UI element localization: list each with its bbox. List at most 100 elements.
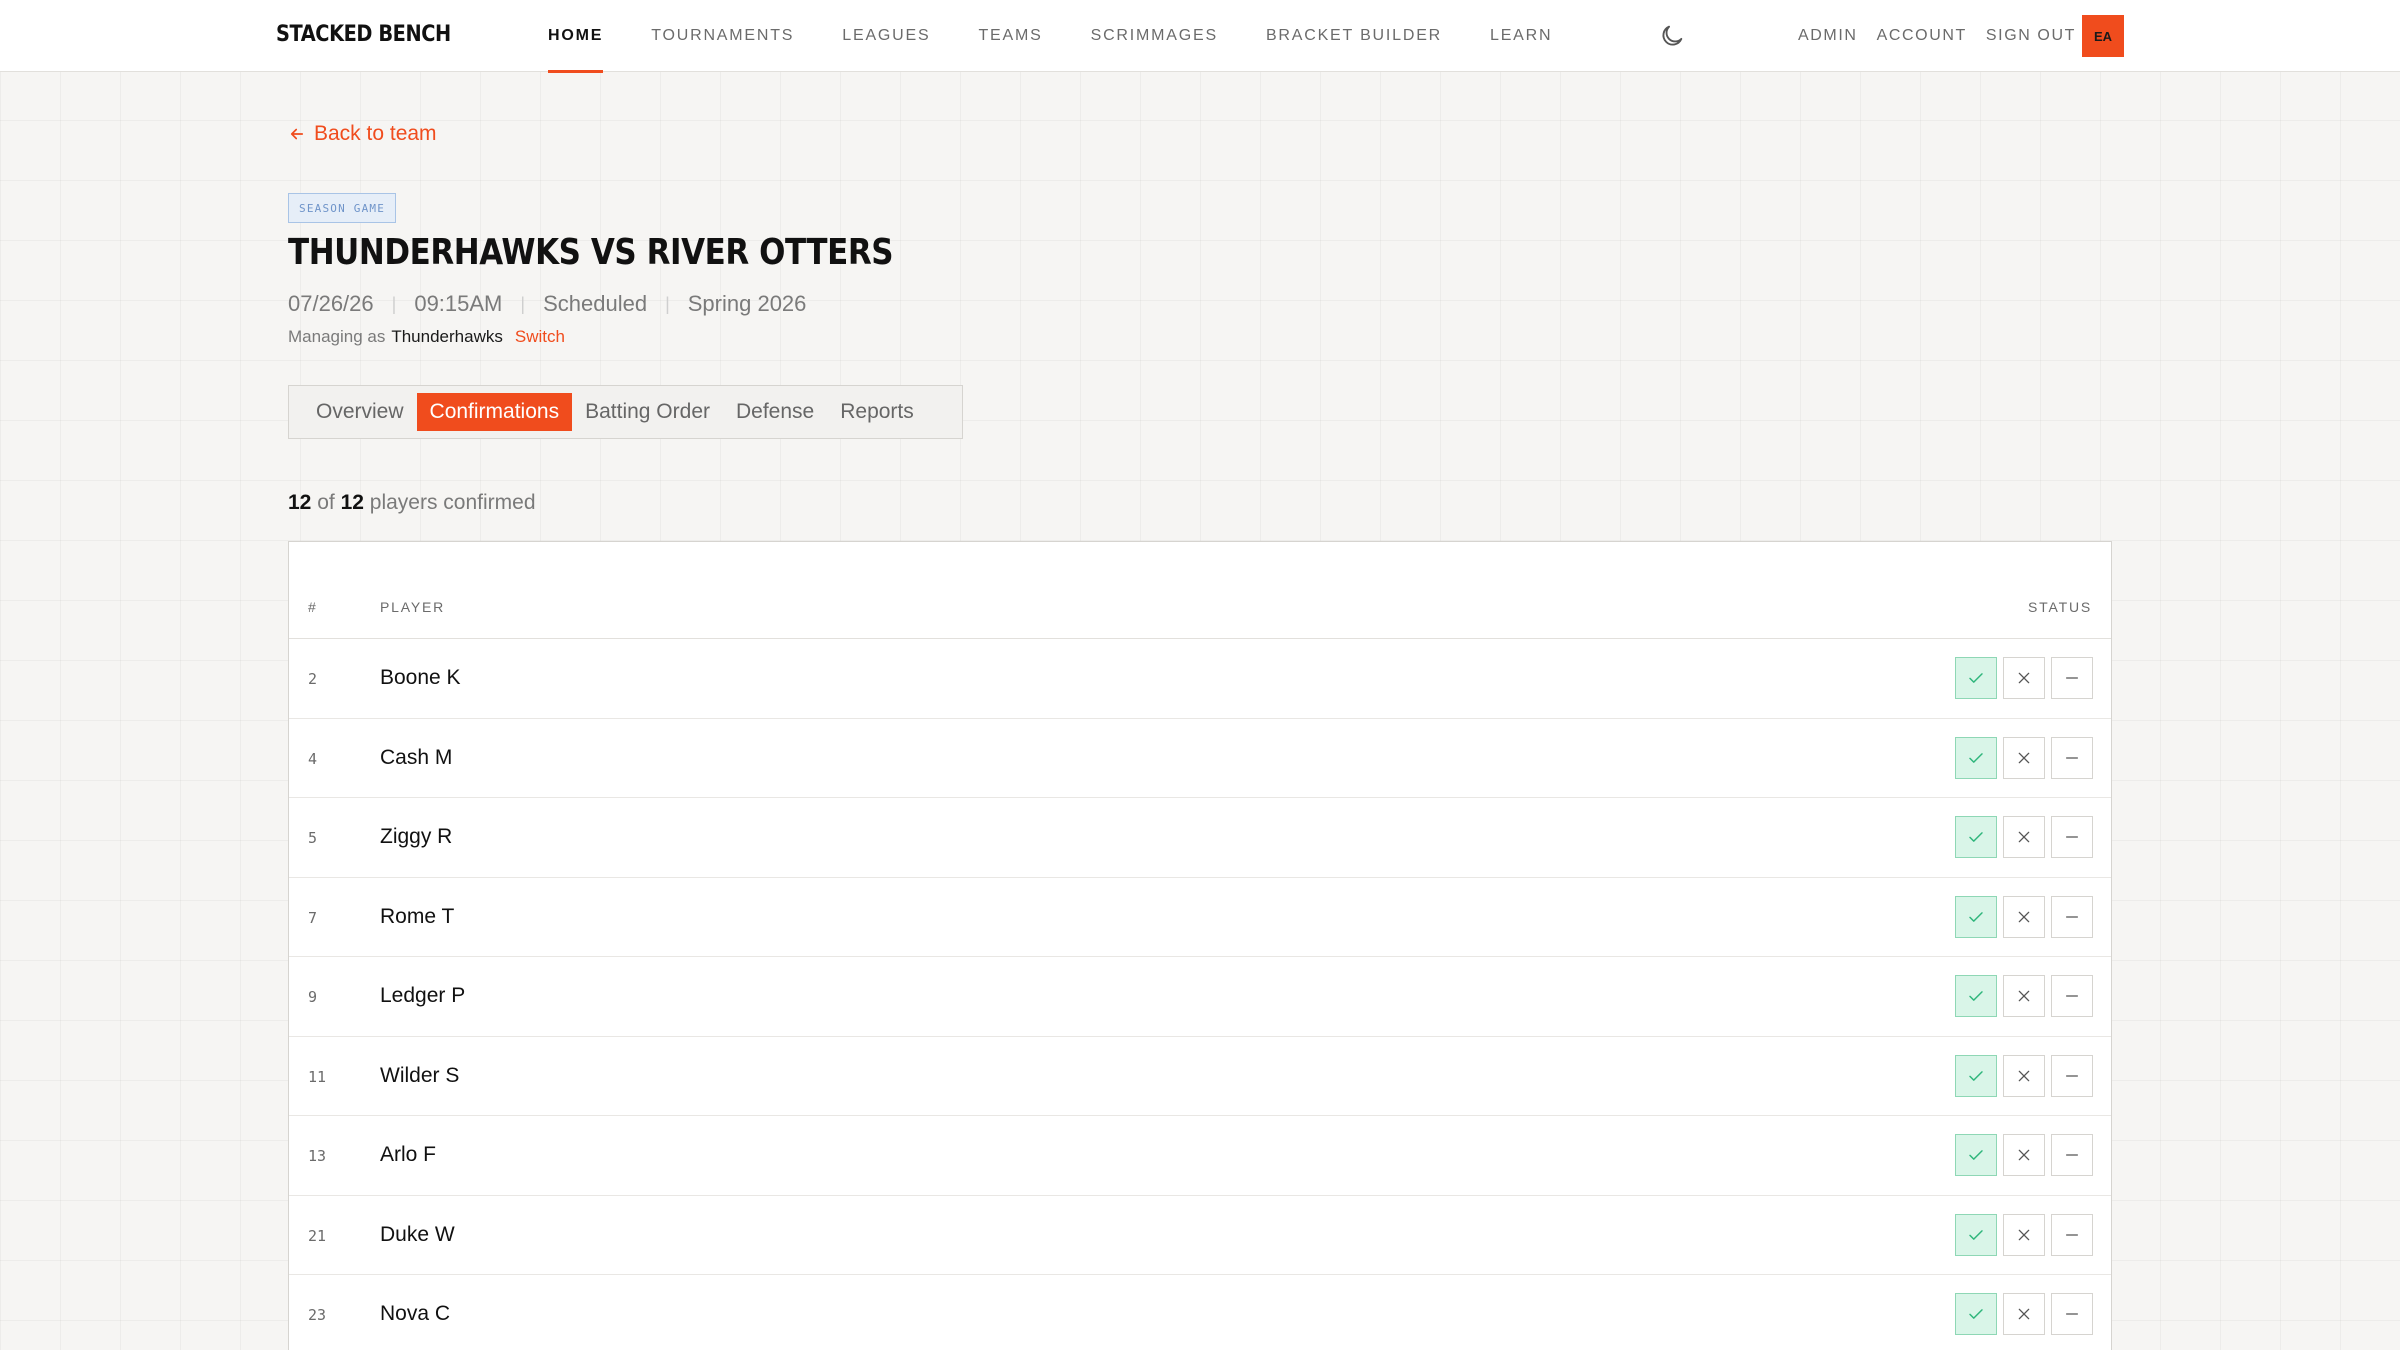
nav-item-tournaments[interactable]: TOURNAMENTS — [651, 0, 794, 72]
minus-icon — [2066, 915, 2078, 918]
nav-item-home[interactable]: HOME — [548, 0, 604, 73]
game-status: Scheduled — [543, 291, 648, 316]
switch-team-link[interactable]: Switch — [515, 327, 565, 347]
player-name: Duke W — [380, 1222, 455, 1246]
jersey-number: 21 — [308, 1226, 327, 1245]
status-controls — [1955, 1293, 2093, 1335]
jersey-number: 4 — [308, 749, 318, 768]
decline-button[interactable] — [2003, 736, 2045, 779]
player-name: Nova C — [380, 1302, 451, 1325]
x-icon — [2018, 1149, 2030, 1161]
x-icon — [2018, 752, 2030, 763]
decline-button[interactable] — [2003, 1054, 2045, 1097]
check-icon — [1969, 1070, 1983, 1081]
confirm-button[interactable] — [1955, 975, 1997, 1017]
confirm-button[interactable] — [1955, 657, 1997, 699]
account-links: ADMIN ACCOUNT SIGN OUT — [1798, 0, 2095, 72]
jersey-number: 11 — [308, 1067, 327, 1086]
minus-icon — [2066, 836, 2078, 838]
minus-icon — [2066, 1154, 2078, 1156]
moon-icon — [1662, 25, 1683, 46]
no-response-button[interactable] — [2051, 1134, 2093, 1176]
check-icon — [1969, 991, 1983, 1001]
meta-divider: | — [391, 293, 397, 314]
confirmations-table: # PLAYER STATUS 2 Boone K 4 Cash M 5 Zig… — [288, 541, 2112, 1350]
nav-item-bracket-builder[interactable]: BRACKET BUILDER — [1266, 0, 1442, 72]
admin-link[interactable]: ADMIN — [1798, 27, 1858, 45]
confirm-button[interactable] — [1955, 736, 1997, 779]
account-link[interactable]: ACCOUNT — [1877, 27, 1967, 45]
nav-item-scrimmages[interactable]: SCRIMMAGES — [1091, 0, 1218, 72]
no-response-button[interactable] — [2051, 895, 2093, 938]
no-response-button[interactable] — [2051, 1213, 2093, 1256]
game-time: 09:15AM — [414, 291, 503, 316]
player-name: Ledger P — [380, 984, 466, 1007]
theme-toggle-button[interactable] — [1658, 22, 1686, 50]
no-response-button[interactable] — [2051, 1054, 2093, 1097]
table-row: 4 Cash M — [289, 719, 2111, 798]
decline-button[interactable] — [2003, 1134, 2045, 1176]
no-response-button[interactable] — [2051, 1293, 2093, 1335]
column-header-player: PLAYER — [380, 599, 446, 615]
minus-icon — [2066, 1074, 2078, 1077]
player-name: Cash M — [380, 745, 453, 769]
confirm-button[interactable] — [1955, 1134, 1997, 1176]
column-header-number: # — [308, 599, 318, 615]
sign-out-link[interactable]: SIGN OUT — [1986, 27, 2076, 45]
decline-button[interactable] — [2003, 816, 2045, 858]
confirm-button[interactable] — [1955, 1054, 1997, 1097]
column-header-status: STATUS — [2028, 599, 2092, 615]
table-row: 23 Nova C — [289, 1275, 2111, 1350]
status-controls — [1955, 895, 2093, 938]
confirm-button[interactable] — [1955, 1293, 1997, 1335]
tab-defense[interactable]: Defense — [723, 393, 827, 431]
tab-batting-order[interactable]: Batting Order — [572, 393, 723, 431]
confirm-button[interactable] — [1955, 816, 1997, 858]
confirm-button[interactable] — [1955, 1213, 1997, 1256]
meta-divider: | — [520, 293, 526, 314]
game-season: Spring 2026 — [687, 291, 807, 316]
jersey-number: 2 — [308, 670, 318, 688]
back-to-team-link[interactable]: Back to team — [288, 122, 437, 146]
minus-icon — [2066, 1313, 2078, 1315]
player-name: Boone K — [380, 666, 461, 689]
status-controls — [1955, 816, 2093, 858]
decline-button[interactable] — [2003, 657, 2045, 699]
decline-button[interactable] — [2003, 1293, 2045, 1335]
meta-divider: | — [665, 293, 670, 314]
x-icon — [2018, 911, 2030, 922]
tab-confirmations[interactable]: Confirmations — [416, 393, 573, 431]
nav-item-teams[interactable]: TEAMS — [978, 0, 1042, 72]
site-logo[interactable]: STACKED BENCH — [276, 22, 451, 47]
player-name: Ziggy R — [380, 825, 453, 848]
jersey-number: 13 — [308, 1147, 327, 1165]
status-controls — [1955, 657, 2093, 699]
no-response-button[interactable] — [2051, 657, 2093, 699]
no-response-button[interactable] — [2051, 816, 2093, 858]
arrow-left-icon — [290, 128, 304, 140]
player-name: Arlo F — [380, 1143, 437, 1166]
player-name: Wilder S — [380, 1063, 460, 1087]
status-controls — [1955, 1213, 2093, 1256]
jersey-number: 23 — [308, 1306, 327, 1324]
table-row: 9 Ledger P — [289, 957, 2111, 1037]
check-icon — [1969, 673, 1983, 683]
tab-overview[interactable]: Overview — [303, 393, 417, 431]
table-header: # PLAYER STATUS — [289, 542, 2111, 639]
jersey-number: 7 — [308, 908, 318, 927]
tab-reports[interactable]: Reports — [827, 393, 927, 431]
check-icon — [1969, 1150, 1983, 1160]
user-avatar[interactable]: EA — [2082, 15, 2124, 57]
confirmation-summary: 12 of 12 players confirmed — [288, 491, 536, 515]
no-response-button[interactable] — [2051, 736, 2093, 779]
nav-item-leagues[interactable]: LEAGUES — [842, 0, 930, 72]
confirm-button[interactable] — [1955, 895, 1997, 938]
decline-button[interactable] — [2003, 975, 2045, 1017]
check-icon — [1969, 1229, 1983, 1240]
x-icon — [2018, 990, 2030, 1002]
decline-button[interactable] — [2003, 1213, 2045, 1256]
decline-button[interactable] — [2003, 895, 2045, 938]
total-count: 12 — [340, 491, 364, 514]
no-response-button[interactable] — [2051, 975, 2093, 1017]
nav-item-learn[interactable]: LEARN — [1490, 0, 1552, 72]
